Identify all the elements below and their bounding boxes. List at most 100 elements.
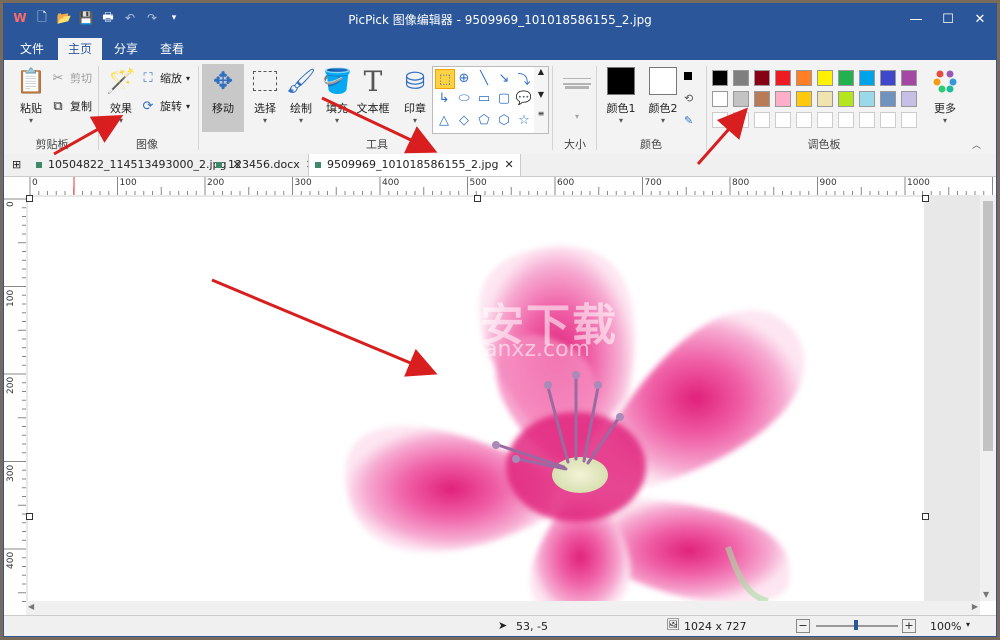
tab-share[interactable]: 分享 [104,38,148,60]
palette-swatch-empty[interactable] [859,112,875,128]
palette-swatch[interactable] [796,70,812,86]
diamond-shape-icon[interactable]: ◇ [455,111,473,129]
image-canvas[interactable]: 安下载 anxz.com [28,197,924,601]
canvas-area[interactable]: 安下载 anxz.com [26,195,980,601]
palette-swatch-empty[interactable] [901,112,917,128]
palette-swatch[interactable] [775,91,791,107]
palette-swatch-empty[interactable] [796,112,812,128]
doc-tab-active[interactable]: 9509969_101018586155_2.jpg ✕ [308,154,521,176]
zoom-out-button[interactable]: − [796,619,810,633]
palette-swatch-empty[interactable] [775,112,791,128]
palette-swatch[interactable] [754,70,770,86]
chevron-left-icon[interactable]: ◀ [28,602,34,611]
palette-swatch[interactable] [880,91,896,107]
scroll-thumb[interactable] [983,201,993,451]
move-tool-button[interactable]: ✥ 移动 [202,64,244,132]
reset-colors-icon[interactable] [684,66,692,86]
chevron-up-icon[interactable]: ▲ [534,67,548,76]
chevron-right-icon[interactable]: ▶ [972,602,978,611]
tab-overview-icon[interactable]: ⊞ [6,154,27,176]
palette-swatch[interactable] [775,70,791,86]
swap-colors-icon[interactable]: ⟲ [684,88,693,108]
line-shape-icon[interactable]: ╲ [475,69,493,87]
triangle-shape-icon[interactable]: △ [435,111,453,129]
resize-handle[interactable] [922,513,929,520]
close-icon[interactable]: ✕ [505,154,514,176]
more-colors-button[interactable]: 更多 ▾ [924,64,966,132]
zoom-in-button[interactable]: + [902,619,916,633]
resize-handle[interactable] [26,195,33,202]
palette-swatch[interactable] [901,91,917,107]
palette-swatch[interactable] [817,91,833,107]
maximize-button[interactable]: ☐ [932,4,964,34]
cut-button[interactable]: ✂ 剪切 [50,68,92,88]
hexagon-shape-icon[interactable]: ⬡ [495,111,513,129]
rounded-rect-shape-icon[interactable]: ▢ [495,89,513,107]
palette-swatch[interactable] [733,70,749,86]
watermark-url: anxz.com [484,337,590,362]
palette-swatch-empty[interactable] [880,112,896,128]
resize-handle[interactable] [474,195,481,202]
eyedropper-icon[interactable]: ✎ [684,110,693,130]
palette-swatch[interactable] [880,70,896,86]
resize-handle[interactable] [26,513,33,520]
ellipse-shape-icon[interactable]: ⬭ [455,89,473,107]
palette-swatch[interactable] [859,70,875,86]
rectangle-shape-icon[interactable]: ▭ [475,89,493,107]
plus-circle-shape-icon[interactable]: ⊕ [455,69,473,87]
shapes-gallery-scroll[interactable]: ▲ ▼ ≡ [534,66,549,134]
chevron-down-icon[interactable]: ▾ [966,620,970,629]
title-bar: W 🗋 📂 💾 🖶 ↶ ↷ ▾ PicPick 图像编辑器 - 9509969_… [4,4,996,34]
palette-swatch[interactable] [859,91,875,107]
zoom-slider-thumb[interactable] [854,620,858,630]
palette-swatch[interactable] [733,91,749,107]
vertical-scrollbar[interactable]: ▼ [980,195,996,601]
palette-swatch[interactable] [712,70,728,86]
textbox-tool-button[interactable]: T 文本框 [352,64,394,132]
arrow-line-shape-icon[interactable]: ↘ [495,69,513,87]
curve-arrow-shape-icon[interactable]: ⤵ [515,69,533,88]
expand-gallery-icon[interactable]: ≡ [534,109,548,118]
chevron-down-icon[interactable]: ▼ [534,90,548,99]
palette-swatch-empty[interactable] [712,112,728,128]
line-size-button[interactable]: ▾ [556,64,598,132]
palette-swatch[interactable] [754,91,770,107]
paste-button[interactable]: 📋 粘贴 ▾ [10,64,52,132]
speech-bubble-shape-icon[interactable]: 💬 [515,89,533,107]
palette-swatch-empty[interactable] [733,112,749,128]
palette-swatch[interactable] [817,70,833,86]
palette-swatch[interactable] [838,91,854,107]
rotate-button[interactable]: ⟳ 旋转 ▾ [140,96,190,116]
copy-button[interactable]: ⧉ 复制 [50,96,92,116]
pentagon-shape-icon[interactable]: ⬠ [475,111,493,129]
ruler-tick-label: 500 [469,178,487,188]
palette-swatch-empty[interactable] [817,112,833,128]
tab-file[interactable]: 文件 [10,38,54,60]
tab-view[interactable]: 查看 [150,38,194,60]
palette-swatch[interactable] [838,70,854,86]
tab-home[interactable]: 主页 [58,38,103,60]
effects-button[interactable]: 🪄 效果 ▾ [100,64,142,132]
resize-button[interactable]: ⛶ 缩放 ▾ [140,68,190,88]
doc-tab[interactable]: 123456.docx ✕ [210,154,321,176]
chevron-down-icon[interactable]: ▼ [983,590,989,599]
palette-swatch[interactable] [901,70,917,86]
color2-button[interactable]: 颜色2 ▾ [642,64,684,132]
palette-swatch[interactable] [796,91,812,107]
collapse-ribbon-icon[interactable]: ︿ [972,138,981,151]
select-rect-shape-icon[interactable]: ⬚ [435,69,455,89]
palette-swatch-empty[interactable] [838,112,854,128]
stamp-tool-button[interactable]: ⛁ 印章 ▾ [394,64,436,132]
color1-button[interactable]: 颜色1 ▾ [600,64,642,132]
ruler-tick-label: 200 [207,178,225,188]
close-button[interactable]: ✕ [964,4,996,34]
palette-swatch[interactable] [712,91,728,107]
palette-swatch-empty[interactable] [754,112,770,128]
horizontal-scrollbar[interactable]: ◀ ▶ [26,601,980,615]
star-shape-icon[interactable]: ☆ [515,111,533,129]
group-label-clipboard: 剪贴板 [35,138,69,151]
resize-handle[interactable] [922,195,929,202]
minimize-button[interactable]: — [900,4,932,34]
bent-arrow-shape-icon[interactable]: ↳ [435,89,453,107]
zoom-level[interactable]: 100% [930,620,961,633]
